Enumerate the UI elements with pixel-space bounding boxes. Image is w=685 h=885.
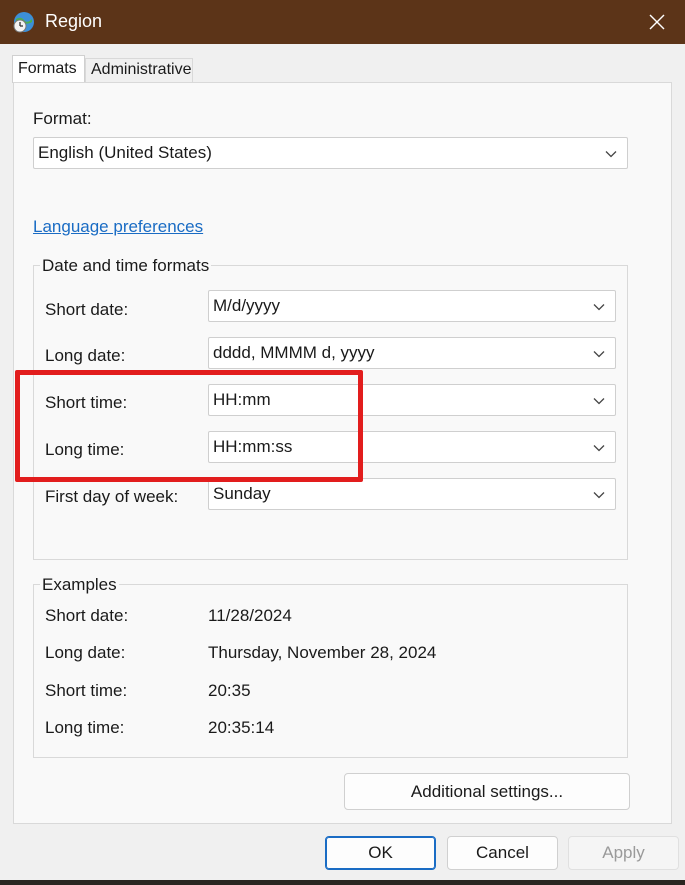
short-time-value: HH:mm [213, 390, 271, 409]
short-date-dropdown[interactable]: M/d/yyyy [208, 290, 616, 322]
long-time-value: HH:mm:ss [213, 437, 293, 456]
first-day-of-week-value: Sunday [213, 484, 271, 503]
short-time-label: Short time: [45, 393, 128, 412]
long-time-label: Long time: [45, 440, 125, 459]
long-date-dropdown[interactable]: dddd, MMMM d, yyyy [208, 337, 616, 369]
chevron-down-icon [593, 304, 605, 311]
language-preferences-link[interactable]: Language preferences [33, 217, 203, 237]
chevron-down-icon [593, 445, 605, 452]
taskbar-strip [0, 880, 685, 885]
additional-settings-button[interactable]: Additional settings... [344, 773, 630, 810]
window-title: Region [45, 11, 103, 31]
chevron-down-icon [593, 492, 605, 499]
chevron-down-icon [593, 351, 605, 358]
chevron-down-icon [593, 398, 605, 405]
long-date-label: Long date: [45, 346, 126, 365]
tab-administrative[interactable]: Administrative [85, 58, 193, 82]
short-date-value: M/d/yyyy [213, 296, 281, 315]
example-long-time-label: Long time: [45, 718, 125, 737]
example-short-date-label: Short date: [45, 606, 129, 625]
examples-title: Examples [40, 575, 119, 595]
format-dropdown[interactable]: English (United States) [33, 137, 628, 169]
title-bar: Region [0, 0, 685, 44]
tab-formats[interactable]: Formats [12, 55, 85, 83]
chevron-down-icon [605, 151, 617, 158]
example-short-time-label: Short time: [45, 681, 128, 700]
apply-button[interactable]: Apply [568, 836, 679, 870]
close-icon [649, 14, 665, 30]
long-time-dropdown[interactable]: HH:mm:ss [208, 431, 616, 463]
example-short-time-value: 20:35 [208, 681, 251, 700]
cancel-button[interactable]: Cancel [447, 836, 558, 870]
close-button[interactable] [629, 0, 685, 44]
format-label: Format: [33, 109, 92, 128]
format-value: English (United States) [38, 143, 212, 162]
globe-clock-icon [12, 10, 36, 34]
date-time-formats-title: Date and time formats [40, 256, 212, 276]
example-long-date-label: Long date: [45, 643, 126, 662]
ok-button[interactable]: OK [325, 836, 436, 870]
first-day-of-week-dropdown[interactable]: Sunday [208, 478, 616, 510]
long-date-value: dddd, MMMM d, yyyy [213, 343, 375, 362]
example-long-time-value: 20:35:14 [208, 718, 275, 737]
first-day-of-week-label: First day of week: [45, 487, 179, 506]
example-short-date-value: 11/28/2024 [208, 606, 292, 625]
short-date-label: Short date: [45, 300, 129, 319]
example-long-date-value: Thursday, November 28, 2024 [208, 643, 437, 662]
region-dialog: Region Administrative Formats Format: En… [0, 0, 685, 885]
short-time-dropdown[interactable]: HH:mm [208, 384, 616, 416]
